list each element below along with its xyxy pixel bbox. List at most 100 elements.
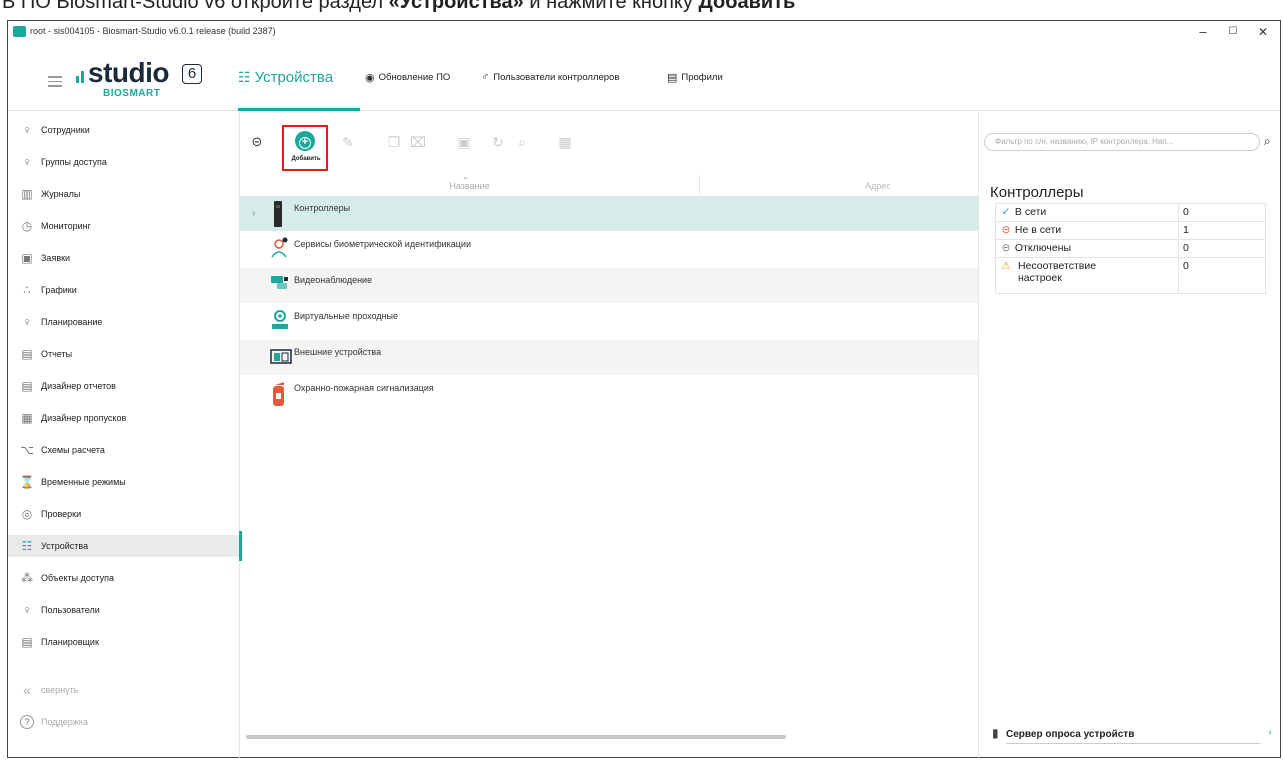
server-label: Сервер опроса устройств bbox=[1006, 729, 1135, 740]
sidebar-item-requests[interactable]: ▣ Заявки bbox=[8, 247, 240, 269]
sidebar-item-report-designer[interactable]: ▤ Дизайнер отчетов bbox=[8, 375, 240, 397]
sidebar-item-employees[interactable]: ♀ Сотрудники bbox=[8, 119, 240, 141]
window-title: root - sis004105 - Biosmart-Studio v6.0.… bbox=[30, 26, 276, 36]
disabled-icon: ⊝ bbox=[1001, 242, 1011, 254]
tree-row-biometric-services[interactable]: Сервисы биометрической идентификации bbox=[240, 232, 978, 267]
sidebar-item-checks[interactable]: ◎ Проверки bbox=[8, 503, 240, 525]
tree-row-external-devices[interactable]: Внешние устройства bbox=[240, 340, 978, 375]
status-label: Отключены bbox=[1014, 242, 1072, 254]
device-sync-icon: ▣ bbox=[457, 133, 471, 150]
sidebar-item-access-objects[interactable]: ⁂ Объекты доступа bbox=[8, 567, 240, 589]
offline-icon: ⊝ bbox=[1001, 224, 1011, 236]
sidebar-item-calc-schemes[interactable]: ⌥ Схемы расчета bbox=[8, 439, 240, 461]
sidebar-item-planning[interactable]: ♀ Планирование bbox=[8, 311, 240, 333]
maximize-button[interactable]: ☐ bbox=[1218, 22, 1248, 42]
fire-alarm-icon bbox=[270, 381, 286, 406]
sidebar-item-scheduler[interactable]: ▤ Планировщик bbox=[8, 631, 240, 653]
sidebar-item-monitoring[interactable]: ◷ Мониторинг bbox=[8, 215, 240, 237]
tab-controller-users[interactable]: ♂ Пользователи контроллеров bbox=[481, 43, 619, 111]
active-sidebar-indicator bbox=[239, 531, 242, 561]
tab-devices[interactable]: ☷ Устройства bbox=[238, 43, 360, 111]
tab-profiles[interactable]: ▤ Профили bbox=[667, 43, 723, 111]
status-value: 0 bbox=[1183, 206, 1189, 218]
sidebar-item-reports[interactable]: ▤ Отчеты bbox=[8, 343, 240, 365]
sidebar-item-label: Журналы bbox=[41, 189, 81, 199]
close-button[interactable]: ✕ bbox=[1248, 22, 1278, 42]
edit-button[interactable]: ✎ bbox=[340, 134, 356, 150]
sidebar-item-label: Временные режимы bbox=[41, 477, 126, 487]
expand-chevron-icon[interactable]: › bbox=[252, 208, 255, 219]
scheduler-icon: ▤ bbox=[21, 635, 33, 649]
tree-row-controllers[interactable]: › Контроллеры bbox=[240, 196, 978, 231]
status-label: В сети bbox=[1014, 206, 1047, 218]
status-panel-title: Контроллеры bbox=[990, 184, 1084, 201]
properties-button[interactable]: ▦ bbox=[556, 134, 574, 150]
monitor-icon: ◷ bbox=[21, 219, 33, 233]
video-icon bbox=[270, 273, 288, 297]
minimize-button[interactable]: – bbox=[1188, 22, 1218, 42]
support-label: Поддержка bbox=[41, 717, 88, 727]
sidebar-support[interactable]: ? Поддержка bbox=[8, 711, 240, 733]
add-button[interactable]: + bbox=[295, 131, 315, 151]
chevron-left-icon[interactable]: ‹ bbox=[1269, 727, 1272, 738]
refresh-button[interactable]: ↻ bbox=[490, 134, 506, 150]
sidebar-item-charts[interactable]: ∴ Графики bbox=[8, 279, 240, 301]
instruction-caption: В ПО Biosmart-Studio v6 откройте раздел … bbox=[0, 0, 1283, 20]
tree-row-label: Контроллеры bbox=[294, 203, 351, 213]
collapse-all-button[interactable]: ⊝ bbox=[250, 134, 264, 149]
menu-toggle-icon[interactable] bbox=[48, 76, 62, 87]
column-address-header[interactable]: Адрес bbox=[865, 175, 891, 197]
sidebar-item-time-modes[interactable]: ⌛ Временные режимы bbox=[8, 471, 240, 493]
pencil-icon: ✎ bbox=[342, 133, 354, 150]
tree-row-virtual-passes[interactable]: Виртуальные проходные bbox=[240, 304, 978, 339]
user-icon: ♂ bbox=[481, 71, 490, 83]
check-icon: ◎ bbox=[21, 507, 33, 521]
sidebar-item-devices[interactable]: ☷ Устройства bbox=[8, 531, 242, 561]
search-device-button[interactable]: ⌕ bbox=[514, 134, 530, 150]
sidebar-item-journals[interactable]: ▥ Журналы bbox=[8, 183, 240, 205]
tab-label: Профили bbox=[681, 71, 723, 83]
horizontal-scrollbar[interactable] bbox=[246, 735, 786, 739]
column-name-header[interactable]: ⌃ Название bbox=[240, 175, 700, 195]
sidebar-collapse[interactable]: « свернуть bbox=[8, 679, 240, 701]
tree-row-video-surveillance[interactable]: Видеонаблюдение bbox=[240, 268, 978, 303]
sidebar-item-label: Устройства bbox=[41, 541, 89, 551]
copy-button[interactable]: ❐ bbox=[386, 134, 402, 150]
sidebar-item-access-groups[interactable]: ♀ Группы доступа bbox=[8, 151, 240, 173]
device-search-icon: ⌕ bbox=[518, 133, 526, 150]
warning-icon: ⚠ bbox=[1001, 260, 1011, 272]
time-mode-icon: ⌛ bbox=[19, 475, 35, 489]
app-icon bbox=[13, 26, 26, 37]
properties-icon: ▦ bbox=[558, 133, 572, 150]
filter-input[interactable]: Фильтр по с/н, названию, IP контроллера.… bbox=[984, 133, 1260, 151]
sidebar-item-label: Сотрудники bbox=[41, 125, 90, 135]
journal-icon: ▥ bbox=[21, 187, 33, 201]
devices-icon: ☷ bbox=[238, 68, 251, 85]
sidebar-item-label: Заявки bbox=[41, 253, 71, 263]
logo-brand: BIOSMART bbox=[103, 88, 161, 99]
plus-icon: + bbox=[299, 137, 311, 149]
scheme-icon: ⌥ bbox=[20, 443, 34, 457]
search-icon[interactable]: ⌕ bbox=[1264, 134, 1271, 149]
status-table: ✓ В сети 0 ⊝ Не в сети 1 ⊝ Отключены 0 ⚠… bbox=[995, 203, 1266, 294]
group-icon: ♀ bbox=[22, 155, 32, 169]
tab-firmware-update[interactable]: ◉ Обновление ПО bbox=[365, 43, 450, 111]
sidebar-item-label: Отчеты bbox=[41, 349, 73, 359]
sync-button[interactable]: ▣ bbox=[456, 134, 472, 150]
sidebar-item-users[interactable]: ♀ Пользователи bbox=[8, 599, 240, 621]
collapse-chevrons-icon: « bbox=[23, 682, 31, 698]
poll-server-bar[interactable]: ▮ Сервер опроса устройств ‹ bbox=[990, 723, 1275, 747]
request-icon: ▣ bbox=[21, 251, 33, 265]
server-divider bbox=[1006, 743, 1260, 744]
sidebar-item-pass-designer[interactable]: ▦ Дизайнер пропусков bbox=[8, 407, 240, 429]
status-value: 1 bbox=[1183, 224, 1189, 236]
delete-button[interactable]: ⌧ bbox=[410, 134, 426, 150]
studio-logo: studio 6 BIOSMART bbox=[76, 57, 226, 101]
tree-row-label: Видеонаблюдение bbox=[294, 275, 373, 285]
status-value: 0 bbox=[1183, 260, 1189, 272]
logo-word: studio bbox=[88, 57, 170, 88]
tree-row-fire-alarm[interactable]: Охранно-пожарная сигнализация bbox=[240, 376, 978, 411]
collapse-label: свернуть bbox=[41, 685, 79, 695]
status-value: 0 bbox=[1183, 242, 1189, 254]
devices-icon: ☷ bbox=[21, 539, 33, 553]
